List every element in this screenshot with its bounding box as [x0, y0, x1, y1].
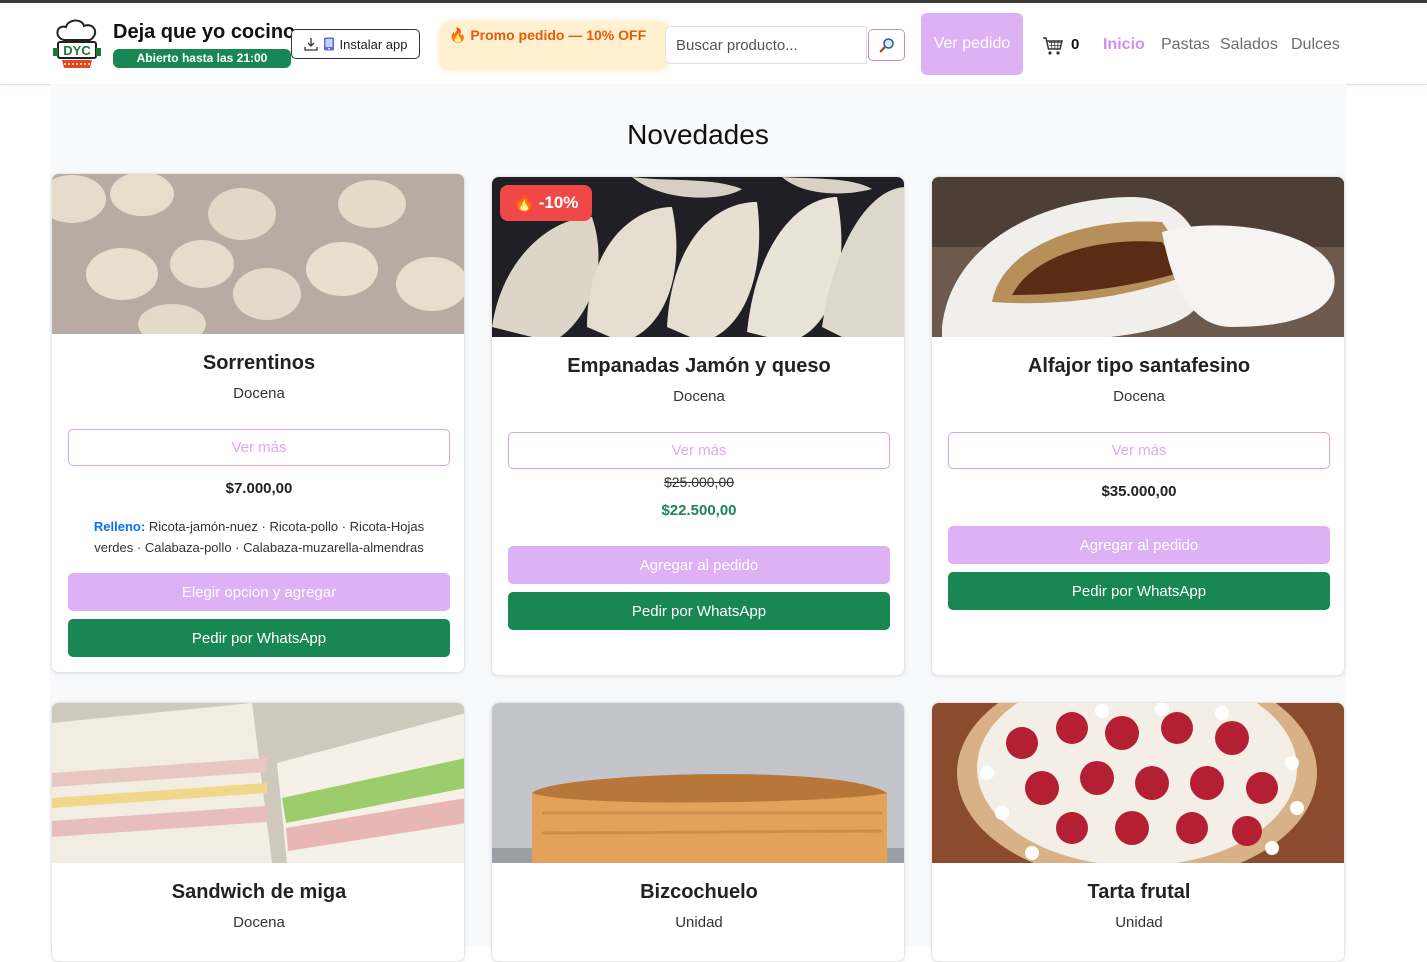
product-unit: Docena — [1113, 388, 1165, 405]
product-title: Empanadas Jamón y queso — [567, 355, 831, 377]
product-title: Sorrentinos — [202, 352, 316, 374]
install-app-label: Instalar app — [339, 36, 408, 52]
cart-count: 0 — [1071, 36, 1080, 53]
ver-mas-button[interactable]: Ver más — [948, 432, 1330, 469]
product-image[interactable] — [52, 174, 464, 334]
promo-banner: 🔥 Promo pedido — 10% OFF — [440, 22, 668, 70]
add-to-order-button[interactable]: Agregar al pedido — [508, 546, 890, 584]
download-icon — [303, 38, 318, 51]
product-image[interactable] — [492, 703, 904, 863]
product-card: Sandwich de miga Docena — [51, 702, 465, 962]
product-card: Bizcochuelo Unidad — [491, 702, 905, 962]
product-image[interactable] — [52, 703, 464, 863]
product-card: 🔥 -10% Empanadas Jamón y queso Docena Ve… — [491, 176, 905, 676]
nav-link-dulces[interactable]: Dulces — [1291, 36, 1340, 54]
fillings-label: Relleno: — [93, 519, 146, 534]
cart-icon[interactable] — [1042, 35, 1064, 57]
discount-badge-text: -10% — [538, 193, 579, 212]
product-discounted-price: $22.500,00 — [661, 502, 737, 519]
nav-link-inicio[interactable]: Inicio — [1103, 36, 1145, 54]
product-card: Sorrentinos Docena Ver más $7.000,00 Rel… — [51, 173, 465, 673]
chef-hat-logo[interactable]: DYC — [52, 18, 102, 74]
product-unit: Docena — [233, 914, 285, 931]
search-input[interactable] — [665, 26, 867, 64]
site-header: DYC Deja que yo cocino Abierto hasta las… — [0, 3, 1427, 85]
nav-link-pastas[interactable]: Pastas — [1161, 36, 1210, 54]
product-unit: Unidad — [1115, 914, 1163, 931]
search-button[interactable] — [868, 29, 905, 61]
main-content: Novedades Sorrentinos Docena Ver más $7.… — [50, 84, 1346, 962]
fire-icon: 🔥 — [513, 193, 535, 212]
add-to-order-button[interactable]: Agregar al pedido — [948, 526, 1330, 564]
product-title: Alfajor tipo santafesino — [1027, 355, 1251, 377]
ver-mas-button[interactable]: Ver más — [508, 432, 890, 469]
product-card: Tarta frutal Unidad — [931, 702, 1345, 962]
product-title: Tarta frutal — [1087, 881, 1191, 903]
fire-icon: 🔥 — [449, 27, 467, 43]
open-hours-badge: Abierto hasta las 21:00 — [113, 49, 291, 68]
product-card: Alfajor tipo santafesino Docena Ver más … — [931, 176, 1345, 676]
choose-option-button[interactable]: Elegir opcion y agregar — [68, 573, 450, 611]
product-unit: Unidad — [675, 914, 723, 931]
promo-text: Promo pedido — 10% OFF — [470, 27, 647, 43]
svg-text:DYC: DYC — [63, 43, 91, 58]
product-title: Bizcochuelo — [640, 881, 758, 903]
whatsapp-order-button[interactable]: Pedir por WhatsApp — [508, 592, 890, 630]
search-icon — [879, 38, 894, 53]
product-image[interactable] — [932, 177, 1344, 337]
view-order-button[interactable]: Ver pedido — [921, 13, 1023, 75]
product-title: Sandwich de miga — [171, 881, 347, 903]
brand-name[interactable]: Deja que yo cocino — [113, 21, 295, 44]
product-unit: Docena — [233, 385, 285, 402]
product-price: $35.000,00 — [1101, 483, 1177, 500]
product-image[interactable] — [932, 703, 1344, 863]
product-unit: Docena — [673, 388, 725, 405]
phone-icon — [323, 37, 334, 51]
section-title: Novedades — [627, 119, 769, 150]
product-price: $7.000,00 — [225, 480, 293, 497]
whatsapp-order-button[interactable]: Pedir por WhatsApp — [948, 572, 1330, 610]
install-app-button[interactable]: Instalar app — [291, 29, 420, 59]
ver-mas-button[interactable]: Ver más — [68, 429, 450, 466]
whatsapp-order-button[interactable]: Pedir por WhatsApp — [68, 619, 450, 657]
discount-badge: 🔥 -10% — [500, 185, 592, 221]
product-old-price: $25.000,00 — [663, 474, 735, 490]
product-fillings: Relleno: Ricota-jamón-nuez · Ricota-poll… — [80, 516, 438, 558]
nav-link-salados[interactable]: Salados — [1220, 36, 1278, 54]
